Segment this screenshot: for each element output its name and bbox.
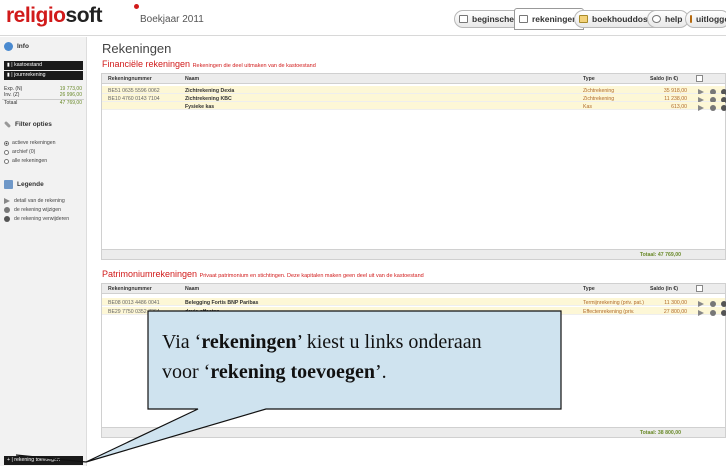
religiosoft-logo[interactable]: religiosoft: [6, 4, 103, 28]
delete-icon: [4, 216, 10, 222]
folder-icon: [579, 15, 588, 23]
logo-dot-icon: [134, 4, 139, 9]
table-header: Rekeningnummer Naam Type Saldo (in €): [102, 284, 725, 294]
question-icon: [652, 15, 661, 23]
finance-summary: Exp. (N) 19 773,00 Inv. (Z) 26 996,00 Tota…: [2, 85, 84, 106]
journrekening-button[interactable]: ▮ | journrekening: [4, 71, 83, 80]
legend-delete: de rekening verwijderen: [4, 216, 69, 222]
tab-uitloggen[interactable]: uitlogge: [685, 10, 726, 28]
logout-icon: [690, 15, 692, 23]
play-icon: [4, 198, 10, 204]
add-account-button[interactable]: + | rekening toevoegen: [4, 456, 83, 465]
radio-icon: [4, 149, 9, 155]
table-row[interactable]: BE10 4760 0143 7104 Zichtrekening KBC Zi…: [102, 94, 726, 103]
wrench-icon: [3, 120, 12, 129]
home-icon: [459, 15, 468, 23]
radio-icon: [4, 140, 9, 146]
legend-edit: de rekening wijzigen: [4, 207, 61, 213]
info-icon: [4, 42, 13, 51]
table-row[interactable]: BE51 0635 5596 0062 Zichtrekening Dexia …: [102, 86, 726, 95]
table-row[interactable]: Fysieke kas Kas 613,00: [102, 102, 726, 111]
callout-line-1: Via ‘rekeningen’ kiest u links onderaan: [162, 331, 482, 353]
export-icon[interactable]: [696, 285, 703, 292]
ledger-icon: [519, 15, 528, 23]
legend-detail: detail van de rekening: [4, 198, 65, 204]
edit-icon[interactable]: [710, 310, 716, 316]
table-row[interactable]: BE29 7750 0352 7264 dexia effecten Effec…: [102, 307, 726, 316]
table-total: Totaal: 47 769,00: [102, 249, 725, 259]
section-title-financial: Financiële rekeningen Rekeningen die dee…: [102, 59, 316, 69]
callout-text: Via ‘rekeningen’ kiest u links onderaan …: [162, 327, 550, 387]
section-title-patrimonium: Patrimoniumrekeningen Privaat patrimoniu…: [102, 269, 424, 279]
fiscal-year-label: Boekjaar 2011: [140, 14, 204, 25]
tab-help[interactable]: help: [647, 10, 690, 28]
kastoestand-button[interactable]: ▮ | kastoestand: [4, 61, 83, 70]
filter-archive[interactable]: archief (0): [4, 149, 35, 155]
edit-icon[interactable]: [710, 105, 716, 111]
financial-accounts-table: Rekeningnummer Naam Type Saldo (in €) BE…: [101, 73, 726, 260]
app-header: religiosoft Boekjaar 2011 beginscherm re…: [0, 0, 726, 36]
table-row[interactable]: BE08 0013 4486 0041 Belegging Fortis BNP…: [102, 298, 726, 307]
delete-icon[interactable]: [721, 310, 726, 316]
edit-icon: [4, 207, 10, 213]
detail-icon[interactable]: [698, 105, 704, 111]
delete-icon[interactable]: [721, 105, 726, 111]
table-header: Rekeningnummer Naam Type Saldo (in €): [102, 74, 725, 84]
page-title: Rekeningen: [102, 41, 172, 56]
filter-active[interactable]: actieve rekeningen: [4, 140, 56, 146]
sidebar: Info ▮ | kastoestand ▮ | journrekening E…: [0, 37, 87, 466]
legend-book-icon: [4, 180, 13, 189]
detail-icon[interactable]: [698, 310, 704, 316]
callout-line-2: voor ‘rekening toevoegen’.: [162, 361, 387, 383]
table-total: Totaal: 38 800,00: [102, 427, 725, 437]
export-icon[interactable]: [696, 75, 703, 82]
filter-all[interactable]: alle rekeningen: [4, 158, 47, 164]
info-heading: Info: [4, 42, 29, 51]
legend-heading: Legende: [4, 180, 44, 189]
filter-heading: Filter opties: [3, 120, 52, 129]
radio-icon: [4, 158, 9, 164]
